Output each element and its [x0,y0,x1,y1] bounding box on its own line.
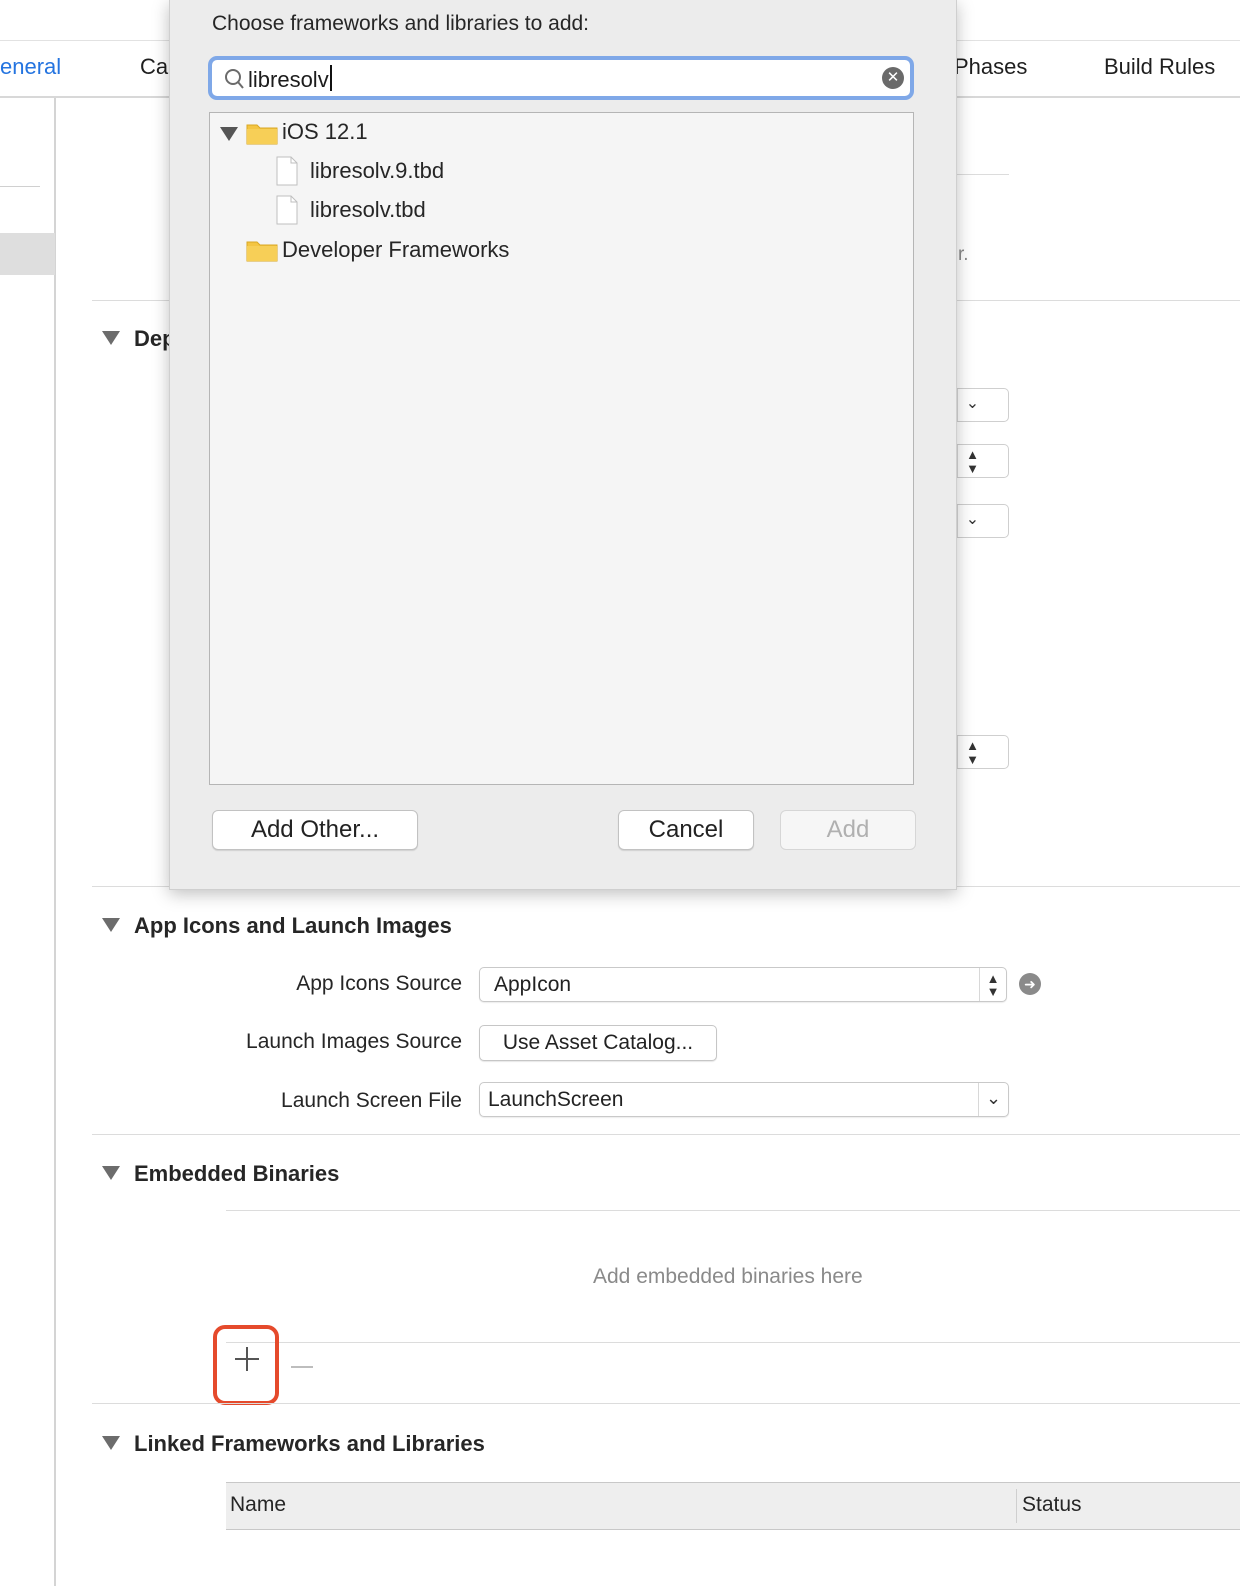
tree-item-developer-frameworks[interactable]: Developer Frameworks [282,237,509,267]
up-down-stepper-icon: ▲ ▼ [957,736,987,768]
tab-build-rules[interactable]: Build Rules [1104,54,1215,80]
disclosure-triangle-icon[interactable] [220,127,238,141]
plus-icon [235,1347,259,1371]
disclosure-triangle-icon[interactable] [102,331,120,345]
chevron-down-icon: ⌄ [978,1083,1008,1116]
embedded-binaries-placeholder: Add embedded binaries here [593,1265,863,1288]
clear-search-icon[interactable]: ✕ [882,67,904,89]
column-divider[interactable] [1016,1489,1017,1523]
embedded-binaries-list-top [226,1210,1240,1211]
launch-screen-file-label: Launch Screen File [281,1089,462,1112]
app-icons-source-popup[interactable]: AppIcon ▲ ▼ [479,967,1007,1002]
column-header-name[interactable]: Name [230,1493,286,1517]
disclosure-triangle-icon[interactable] [102,1166,120,1180]
minus-icon[interactable] [291,1366,313,1368]
search-input-value[interactable]: libresolv [248,65,332,93]
folder-icon [246,241,278,262]
main-interface-popup[interactable]: ⌄ [957,504,1009,538]
sheet-title: Choose frameworks and libraries to add: [212,12,590,35]
tab-general[interactable]: eneral [0,54,61,80]
launch-screen-file-value: LaunchScreen [488,1088,624,1111]
app-icons-section-title: App Icons and Launch Images [134,913,452,938]
disclosure-triangle-icon[interactable] [102,918,120,932]
search-icon [225,69,244,89]
tree-item-libresolv-9[interactable]: libresolv.9.tbd [310,158,444,188]
disclosure-triangle-icon[interactable] [102,1436,120,1450]
chevron-down-icon: ⌄ [957,389,987,421]
app-icons-source-value: AppIcon [494,973,572,996]
launch-images-source-label: Launch Images Source [246,1030,462,1053]
linked-frameworks-table-header: Name Status [226,1482,1240,1530]
section-divider [92,1403,1240,1404]
frameworks-list[interactable]: iOS 12.1 libresolv.9.tbd libresolv.tbd D… [209,112,914,785]
deployment-target-popup[interactable]: ⌄ [957,388,1009,422]
file-icon [276,156,298,186]
add-other-button[interactable]: Add Other... [212,810,418,850]
cancel-button[interactable]: Cancel [618,810,754,850]
app-icons-source-label: App Icons Source [296,972,462,995]
file-icon [276,195,298,225]
add-button[interactable]: Add [780,810,916,850]
embedded-binaries-section-title: Embedded Binaries [134,1161,340,1186]
tab-build-phases[interactable]: Phases [954,54,1027,80]
background-hint-text: r. [958,244,969,265]
sidebar-border [54,98,56,1586]
tree-item-libresolv[interactable]: libresolv.tbd [310,197,426,227]
background-separator [957,174,1009,175]
linked-frameworks-section-title: Linked Frameworks and Libraries [134,1431,485,1456]
column-header-status[interactable]: Status [1022,1493,1082,1517]
chevron-down-icon: ⌄ [957,505,987,537]
section-divider [92,1134,1240,1135]
up-down-stepper-icon: ▲ ▼ [979,968,1006,1001]
up-down-stepper-icon: ▲ ▼ [957,445,987,477]
folder-icon [246,124,278,145]
embedded-binaries-list-bottom [226,1342,1240,1343]
sidebar-divider [0,186,40,187]
add-embedded-binary-button[interactable] [213,1325,279,1405]
devices-popup[interactable]: ▲ ▼ [957,444,1009,478]
status-bar-style-popup[interactable]: ▲ ▼ [957,735,1009,769]
launch-screen-file-combo[interactable]: LaunchScreen ⌄ [479,1082,1009,1117]
tab-capabilities[interactable]: Ca [140,54,168,80]
arrow-right-circle-icon[interactable]: ➜ [1019,973,1041,995]
search-field[interactable]: libresolv ✕ [208,56,914,100]
add-frameworks-sheet: Choose frameworks and libraries to add: … [169,0,957,890]
sidebar-selected-target[interactable] [0,233,55,275]
tree-item-ios-sdk[interactable]: iOS 12.1 [282,119,368,149]
use-asset-catalog-button[interactable]: Use Asset Catalog... [479,1025,717,1061]
